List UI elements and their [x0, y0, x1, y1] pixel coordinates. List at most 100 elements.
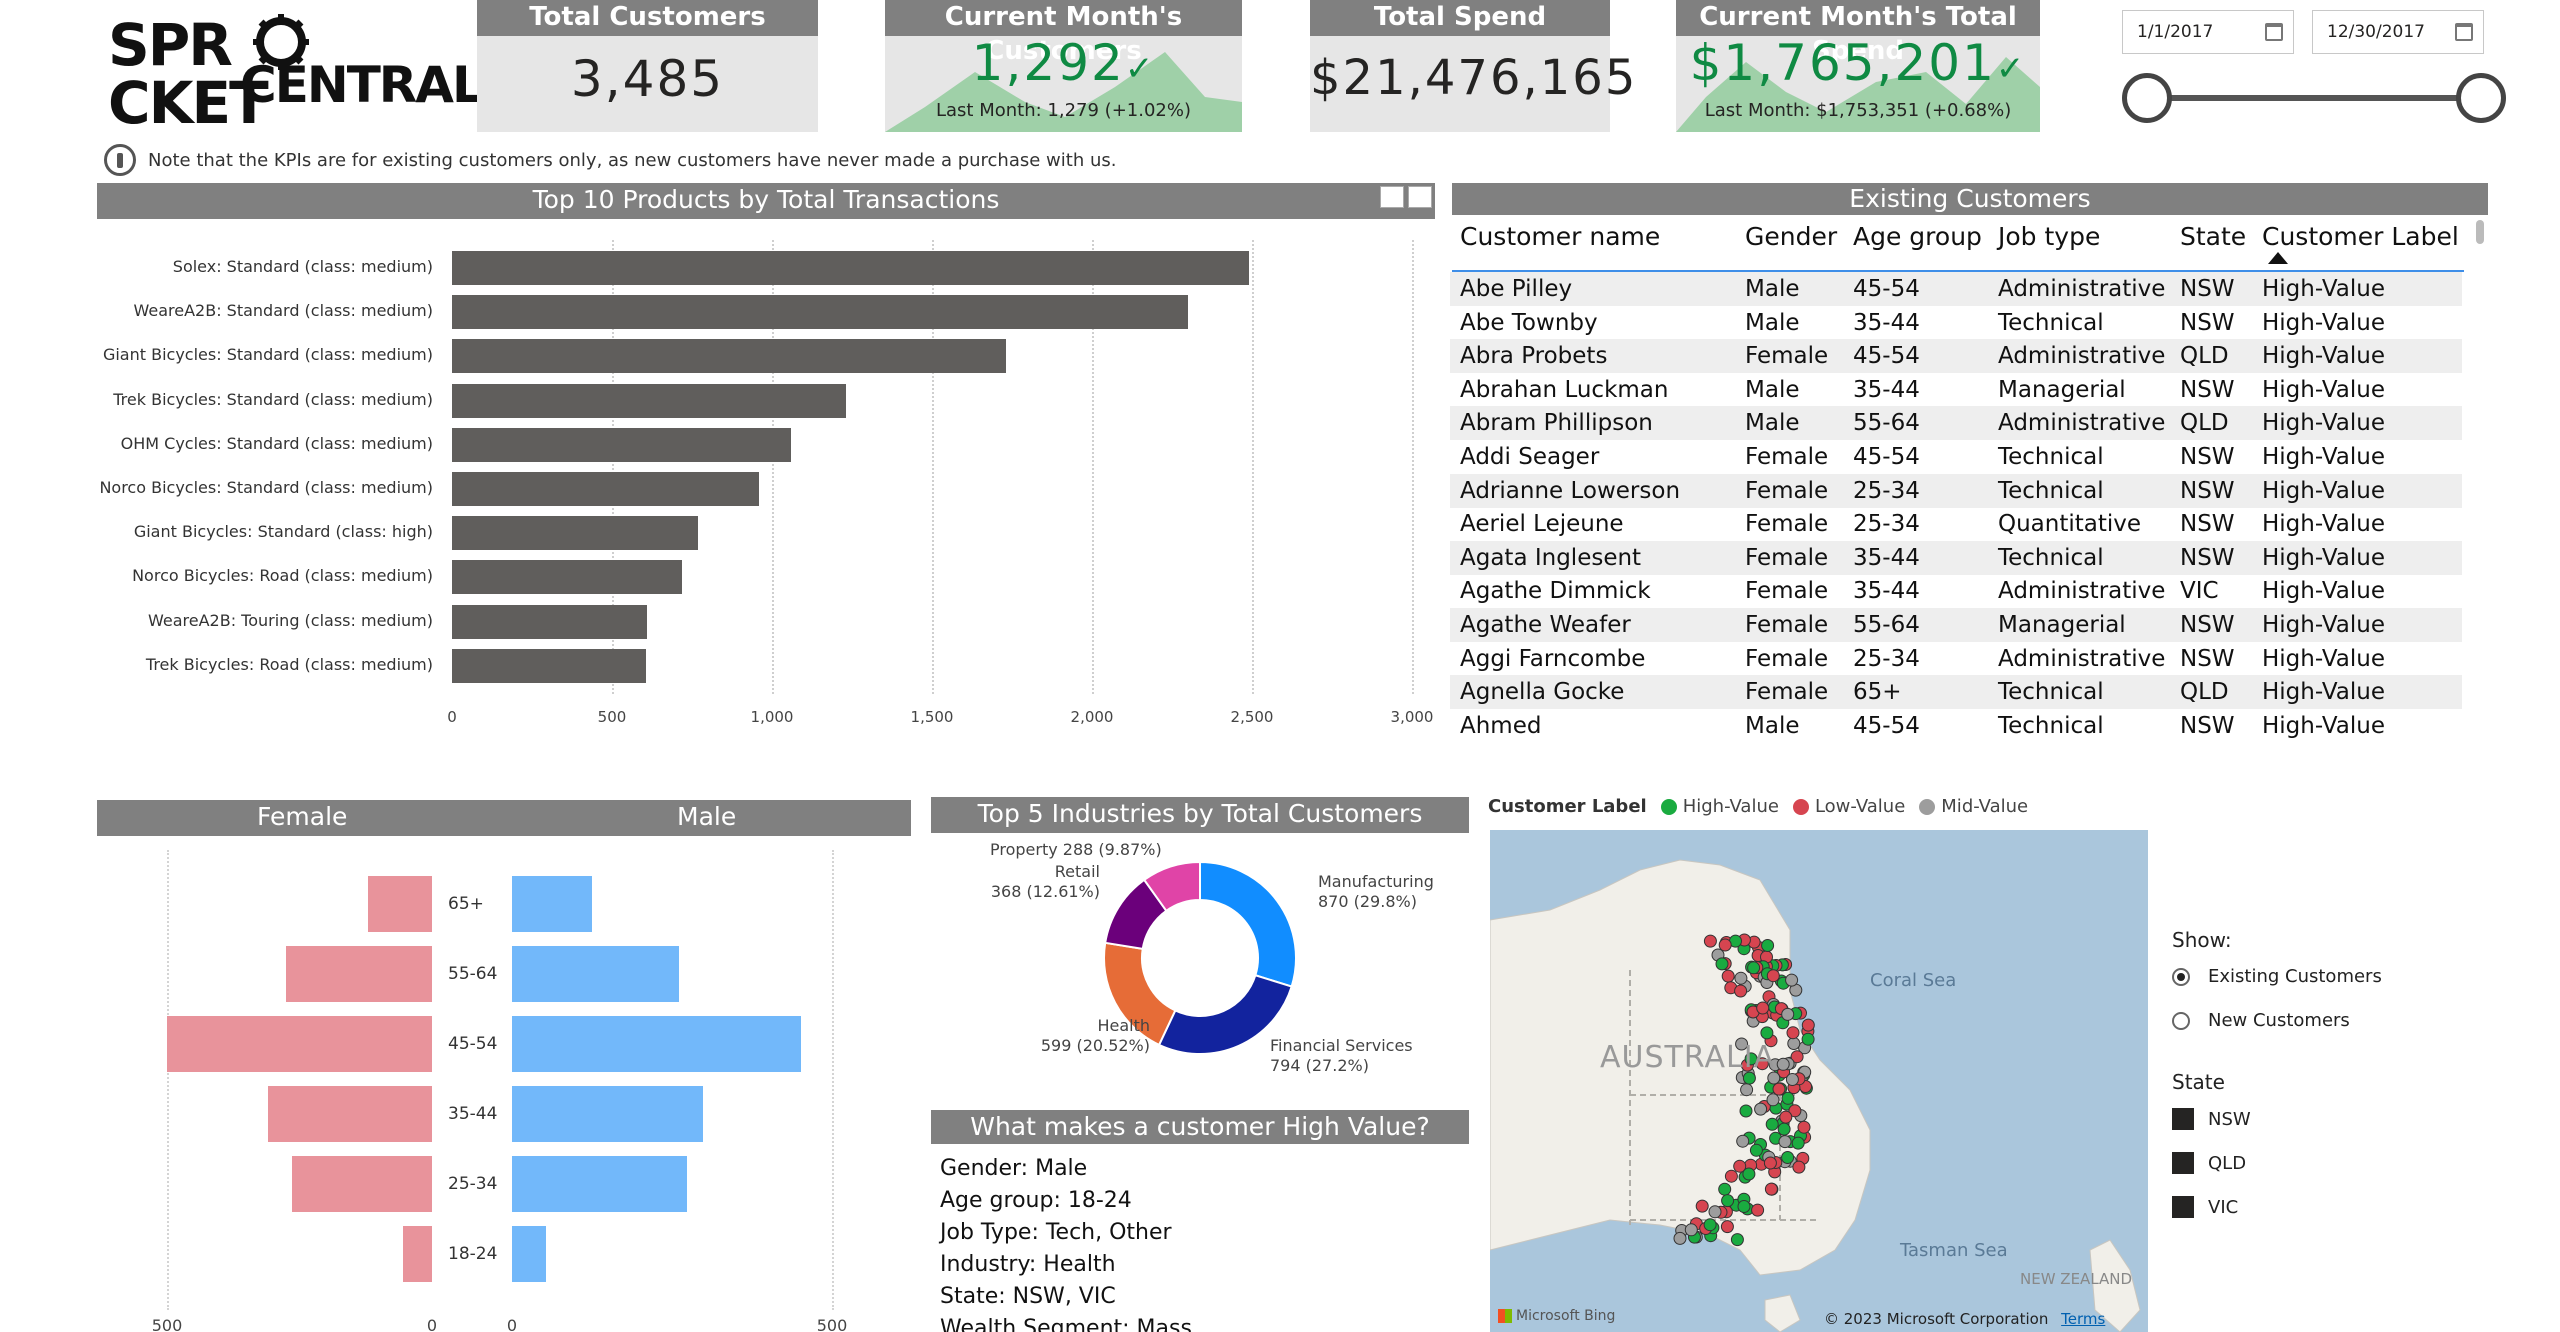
- terms-link[interactable]: Terms: [2061, 1310, 2105, 1328]
- calendar-icon[interactable]: [2265, 23, 2283, 41]
- date-slider-start-handle[interactable]: [2122, 73, 2172, 123]
- product-bar[interactable]: [452, 648, 646, 683]
- column-header[interactable]: Customer Label: [2262, 222, 2459, 251]
- column-header[interactable]: Job type: [1998, 222, 2100, 251]
- table-row[interactable]: Aggi Farncombe Female 25-34 Administrative N…: [1450, 642, 2462, 676]
- female-bar[interactable]: [291, 1156, 432, 1212]
- customer-map-point[interactable]: [1764, 1182, 1778, 1196]
- customer-map-point[interactable]: [1779, 1110, 1793, 1124]
- customer-map-point[interactable]: [1720, 1220, 1734, 1234]
- customer-map-point[interactable]: [1673, 1231, 1687, 1245]
- customer-map-point[interactable]: [1703, 934, 1717, 948]
- customer-map-point[interactable]: [1737, 1200, 1751, 1213]
- customer-map-point[interactable]: [1747, 961, 1761, 975]
- male-bar[interactable]: [512, 1156, 687, 1212]
- customer-map-point[interactable]: [1763, 1156, 1777, 1170]
- customer-map-point[interactable]: [1740, 1083, 1754, 1097]
- table-row[interactable]: Abe Townby Male 35-44 Technical NSW High-Valu…: [1450, 306, 2462, 340]
- table-row[interactable]: Agathe Dimmick Female 35-44 Administrative V…: [1450, 574, 2462, 608]
- column-header[interactable]: Customer name: [1460, 222, 1660, 251]
- customer-map-point[interactable]: [1766, 969, 1780, 983]
- customer-map-point[interactable]: [1801, 1018, 1815, 1032]
- date-slider-track[interactable]: [2146, 95, 2480, 101]
- product-bar[interactable]: [452, 472, 760, 506]
- female-bar[interactable]: [286, 946, 432, 1002]
- column-header[interactable]: Gender: [1745, 222, 1837, 251]
- customer-map-point[interactable]: [1718, 1182, 1732, 1196]
- product-bar[interactable]: [452, 295, 1188, 330]
- kpi-current-month-customers[interactable]: Current Month's Customers 1,292✓ Last Mo…: [885, 0, 1242, 132]
- table-row[interactable]: Abrahan Luckman Male 35-44 Managerial NSW Hig…: [1450, 373, 2462, 407]
- product-bar[interactable]: [452, 339, 1006, 374]
- table-row[interactable]: Agata Inglesent Female 35-44 Technical NSW Hi…: [1450, 540, 2462, 575]
- date-slider-end-handle[interactable]: [2456, 73, 2506, 123]
- product-bar[interactable]: [452, 427, 792, 462]
- customer-map-point[interactable]: [1724, 1169, 1738, 1183]
- customer-map-point[interactable]: [1756, 1001, 1770, 1015]
- female-bar[interactable]: [167, 1016, 432, 1072]
- radio-selected-icon[interactable]: [2172, 967, 2190, 986]
- customer-map-point[interactable]: [1715, 957, 1729, 971]
- customer-map-point[interactable]: [1792, 1160, 1806, 1174]
- customer-map-point[interactable]: [1781, 1151, 1795, 1164]
- donut-slice-manufacturing[interactable]: [1199, 860, 1297, 988]
- customer-map-point[interactable]: [1765, 1117, 1779, 1131]
- male-bar[interactable]: [512, 1016, 801, 1072]
- kpi-total-spend[interactable]: Total Spend $21,476,165: [1310, 0, 1635, 132]
- radio-new-customers[interactable]: New Customers: [2172, 1010, 2350, 1031]
- product-bar[interactable]: [452, 560, 683, 595]
- male-bar[interactable]: [512, 1226, 547, 1282]
- customer-map-point[interactable]: [1785, 973, 1799, 987]
- radio-existing-customers[interactable]: Existing Customers: [2172, 966, 2382, 987]
- kpi-total-customers[interactable]: Total Customers 3,485: [477, 0, 818, 132]
- customer-map-point[interactable]: [1787, 1037, 1801, 1050]
- sort-ascending-icon[interactable]: [2268, 252, 2288, 264]
- column-header[interactable]: Age group: [1853, 222, 1982, 251]
- customer-map-point[interactable]: [1786, 1026, 1800, 1040]
- table-row[interactable]: Ahmed Male 45-54 Technical NSW High-Value: [1450, 709, 2462, 743]
- product-bar[interactable]: [452, 604, 648, 639]
- state-option-nsw[interactable]: NSW: [2172, 1108, 2251, 1130]
- table-row[interactable]: Aeriel Lejeune Female 25-34 Quantitative NSW…: [1450, 507, 2462, 541]
- start-date-input[interactable]: 1/1/2017: [2122, 10, 2294, 54]
- checkbox-icon[interactable]: [2172, 1152, 2194, 1174]
- kpi-current-month-spend[interactable]: Current Month's Total Spend $1,765,201✓ …: [1676, 0, 2040, 132]
- customer-map-point[interactable]: [1766, 1093, 1780, 1107]
- customer-map-point[interactable]: [1761, 939, 1775, 952]
- customer-map-point[interactable]: [1749, 1143, 1763, 1157]
- end-date-input[interactable]: 12/30/2017: [2312, 10, 2484, 54]
- state-option-qld[interactable]: QLD: [2172, 1152, 2246, 1174]
- table-row[interactable]: Abe Pilley Male 45-54 Administrative NSW High…: [1450, 272, 2462, 306]
- radio-unselected-icon[interactable]: [2172, 1011, 2190, 1030]
- product-bar[interactable]: [452, 383, 846, 418]
- customer-map-point[interactable]: [1736, 1134, 1750, 1148]
- customer-map-point[interactable]: [1797, 1120, 1811, 1134]
- customer-map-point[interactable]: [1772, 1082, 1786, 1096]
- column-header[interactable]: State: [2180, 222, 2246, 251]
- table-row[interactable]: Addi Seager Female 45-54 Technical NSW High-V…: [1450, 440, 2462, 474]
- customer-map-point[interactable]: [1695, 1199, 1709, 1213]
- calendar-icon[interactable]: [2455, 23, 2473, 41]
- female-bar[interactable]: [267, 1086, 432, 1142]
- checkbox-icon[interactable]: [2172, 1108, 2194, 1130]
- male-bar[interactable]: [512, 876, 592, 932]
- table-row[interactable]: Abra Probets Female 45-54 Administrative QLD…: [1450, 339, 2462, 374]
- customer-map-point[interactable]: [1785, 1073, 1799, 1086]
- customer-map-point[interactable]: [1734, 971, 1748, 985]
- focus-mode-icon[interactable]: [1408, 186, 1432, 208]
- product-bar[interactable]: [452, 516, 699, 551]
- customer-map-point[interactable]: [1754, 1102, 1768, 1116]
- filter-icon[interactable]: [1380, 186, 1404, 208]
- female-bar[interactable]: [402, 1226, 432, 1282]
- customer-map-point[interactable]: [1721, 1194, 1735, 1208]
- customer-map-point[interactable]: [1778, 1135, 1792, 1149]
- customer-map[interactable]: AUSTRALIA Coral Sea Tasman Sea NEW ZEALA…: [1490, 830, 2148, 1332]
- table-row[interactable]: Agnella Gocke Female 65+ Technical QLD High-V…: [1450, 675, 2462, 710]
- customer-map-point[interactable]: [1781, 1007, 1795, 1021]
- product-bar[interactable]: [452, 251, 1249, 285]
- customer-map-point[interactable]: [1801, 1032, 1815, 1046]
- table-row[interactable]: Agathe Weafer Female 55-64 Managerial NSW Hig…: [1450, 608, 2462, 642]
- customer-map-point[interactable]: [1791, 1136, 1805, 1150]
- customer-map-point[interactable]: [1708, 1205, 1722, 1219]
- customer-map-point[interactable]: [1734, 984, 1748, 998]
